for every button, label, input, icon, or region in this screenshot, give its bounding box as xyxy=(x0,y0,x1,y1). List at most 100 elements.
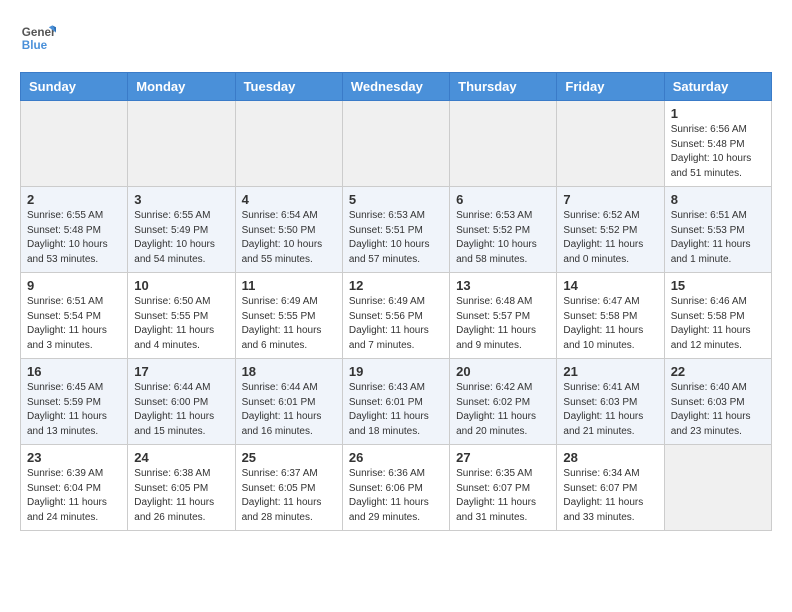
day-cell: 19Sunrise: 6:43 AM Sunset: 6:01 PM Dayli… xyxy=(342,359,449,445)
day-cell: 24 Sunrise: 6:38 AM Sunset: 6:05 PM Dayli… xyxy=(128,445,235,531)
day-cell xyxy=(128,101,235,187)
day-cell: 22 Sunrise: 6:40 AM Sunset: 6:03 PM Dayli… xyxy=(664,359,771,445)
calendar-table: SundayMondayTuesdayWednesdayThursdayFrid… xyxy=(20,72,772,531)
day-number: 11 xyxy=(242,278,336,293)
day-cell: 17 Sunrise: 6:44 AM Sunset: 6:00 PM Dayli… xyxy=(128,359,235,445)
day-info: Sunrise: 6:38 AM Sunset: 6:05 PM Dayligh… xyxy=(134,467,228,525)
day-number: 19 xyxy=(349,364,443,379)
day-number: 18 xyxy=(242,364,336,379)
day-number: 21 xyxy=(563,364,657,379)
day-cell: 14Sunrise: 6:47 AM Sunset: 5:58 PM Dayli… xyxy=(557,273,664,359)
day-cell: 2 Sunrise: 6:55 AM Sunset: 5:48 PM Daylig… xyxy=(21,187,128,273)
day-cell: 6 Sunrise: 6:53 AM Sunset: 5:52 PM Daylig… xyxy=(450,187,557,273)
day-info: Sunrise: 6:39 AM Sunset: 6:04 PM Dayligh… xyxy=(27,467,121,525)
week-row-3: 9 Sunrise: 6:51 AM Sunset: 5:54 PM Daylig… xyxy=(21,273,772,359)
day-info: Sunrise: 6:45 AM Sunset: 5:59 PM Dayligh… xyxy=(27,381,121,439)
day-cell: 10 Sunrise: 6:50 AM Sunset: 5:55 PM Dayli… xyxy=(128,273,235,359)
day-number: 22 xyxy=(671,364,765,379)
weekday-header-monday: Monday xyxy=(128,73,235,101)
day-number: 15 xyxy=(671,278,765,293)
day-info: Sunrise: 6:40 AM Sunset: 6:03 PM Dayligh… xyxy=(671,381,765,439)
day-cell: 18 Sunrise: 6:44 AM Sunset: 6:01 PM Dayli… xyxy=(235,359,342,445)
day-cell: 15Sunrise: 6:46 AM Sunset: 5:58 PM Dayli… xyxy=(664,273,771,359)
week-row-1: 1Sunrise: 6:56 AM Sunset: 5:48 PM Daylig… xyxy=(21,101,772,187)
day-cell: 11 Sunrise: 6:49 AM Sunset: 5:55 PM Dayli… xyxy=(235,273,342,359)
day-info: Sunrise: 6:55 AM Sunset: 5:48 PM Dayligh… xyxy=(27,209,121,267)
day-cell xyxy=(450,101,557,187)
day-cell: 21 Sunrise: 6:41 AM Sunset: 6:03 PM Dayli… xyxy=(557,359,664,445)
day-info: Sunrise: 6:53 AM Sunset: 5:52 PM Dayligh… xyxy=(456,209,550,267)
day-cell xyxy=(21,101,128,187)
day-number: 9 xyxy=(27,278,121,293)
week-row-4: 16 Sunrise: 6:45 AM Sunset: 5:59 PM Dayli… xyxy=(21,359,772,445)
day-info: Sunrise: 6:54 AM Sunset: 5:50 PM Dayligh… xyxy=(242,209,336,267)
day-info: Sunrise: 6:50 AM Sunset: 5:55 PM Dayligh… xyxy=(134,295,228,353)
day-number: 27 xyxy=(456,450,550,465)
day-cell: 20 Sunrise: 6:42 AM Sunset: 6:02 PM Dayli… xyxy=(450,359,557,445)
day-cell xyxy=(557,101,664,187)
day-info: Sunrise: 6:36 AM Sunset: 6:06 PM Dayligh… xyxy=(349,467,443,525)
week-row-5: 23Sunrise: 6:39 AM Sunset: 6:04 PM Dayli… xyxy=(21,445,772,531)
day-info: Sunrise: 6:42 AM Sunset: 6:02 PM Dayligh… xyxy=(456,381,550,439)
svg-text:Blue: Blue xyxy=(22,39,48,52)
day-info: Sunrise: 6:51 AM Sunset: 5:53 PM Dayligh… xyxy=(671,209,765,267)
day-info: Sunrise: 6:35 AM Sunset: 6:07 PM Dayligh… xyxy=(456,467,550,525)
day-number: 12 xyxy=(349,278,443,293)
day-cell: 16 Sunrise: 6:45 AM Sunset: 5:59 PM Dayli… xyxy=(21,359,128,445)
day-cell xyxy=(235,101,342,187)
day-number: 7 xyxy=(563,192,657,207)
day-info: Sunrise: 6:48 AM Sunset: 5:57 PM Dayligh… xyxy=(456,295,550,353)
day-info: Sunrise: 6:51 AM Sunset: 5:54 PM Dayligh… xyxy=(27,295,121,353)
day-cell: 1Sunrise: 6:56 AM Sunset: 5:48 PM Daylig… xyxy=(664,101,771,187)
day-info: Sunrise: 6:53 AM Sunset: 5:51 PM Dayligh… xyxy=(349,209,443,267)
logo-icon: General Blue xyxy=(20,20,56,56)
day-cell: 4 Sunrise: 6:54 AM Sunset: 5:50 PM Daylig… xyxy=(235,187,342,273)
day-cell: 12 Sunrise: 6:49 AM Sunset: 5:56 PM Dayli… xyxy=(342,273,449,359)
day-number: 20 xyxy=(456,364,550,379)
week-row-2: 2 Sunrise: 6:55 AM Sunset: 5:48 PM Daylig… xyxy=(21,187,772,273)
day-info: Sunrise: 6:52 AM Sunset: 5:52 PM Dayligh… xyxy=(563,209,657,267)
day-cell: 3 Sunrise: 6:55 AM Sunset: 5:49 PM Daylig… xyxy=(128,187,235,273)
day-number: 16 xyxy=(27,364,121,379)
day-cell: 7 Sunrise: 6:52 AM Sunset: 5:52 PM Daylig… xyxy=(557,187,664,273)
day-number: 5 xyxy=(349,192,443,207)
weekday-header-saturday: Saturday xyxy=(664,73,771,101)
day-info: Sunrise: 6:41 AM Sunset: 6:03 PM Dayligh… xyxy=(563,381,657,439)
day-info: Sunrise: 6:49 AM Sunset: 5:56 PM Dayligh… xyxy=(349,295,443,353)
day-number: 1 xyxy=(671,106,765,121)
header: General Blue xyxy=(20,20,772,56)
weekday-header-wednesday: Wednesday xyxy=(342,73,449,101)
day-number: 14 xyxy=(563,278,657,293)
day-info: Sunrise: 6:44 AM Sunset: 6:00 PM Dayligh… xyxy=(134,381,228,439)
weekday-header-sunday: Sunday xyxy=(21,73,128,101)
day-number: 3 xyxy=(134,192,228,207)
day-cell: 9 Sunrise: 6:51 AM Sunset: 5:54 PM Daylig… xyxy=(21,273,128,359)
day-info: Sunrise: 6:44 AM Sunset: 6:01 PM Dayligh… xyxy=(242,381,336,439)
day-cell: 8 Sunrise: 6:51 AM Sunset: 5:53 PM Daylig… xyxy=(664,187,771,273)
day-number: 24 xyxy=(134,450,228,465)
day-info: Sunrise: 6:37 AM Sunset: 6:05 PM Dayligh… xyxy=(242,467,336,525)
day-number: 13 xyxy=(456,278,550,293)
day-number: 10 xyxy=(134,278,228,293)
weekday-header-row: SundayMondayTuesdayWednesdayThursdayFrid… xyxy=(21,73,772,101)
day-cell: 5 Sunrise: 6:53 AM Sunset: 5:51 PM Daylig… xyxy=(342,187,449,273)
day-info: Sunrise: 6:55 AM Sunset: 5:49 PM Dayligh… xyxy=(134,209,228,267)
day-number: 26 xyxy=(349,450,443,465)
day-cell: 26 Sunrise: 6:36 AM Sunset: 6:06 PM Dayli… xyxy=(342,445,449,531)
day-number: 8 xyxy=(671,192,765,207)
day-number: 17 xyxy=(134,364,228,379)
day-cell: 13 Sunrise: 6:48 AM Sunset: 5:57 PM Dayli… xyxy=(450,273,557,359)
day-number: 28 xyxy=(563,450,657,465)
day-info: Sunrise: 6:49 AM Sunset: 5:55 PM Dayligh… xyxy=(242,295,336,353)
day-number: 6 xyxy=(456,192,550,207)
day-number: 4 xyxy=(242,192,336,207)
logo: General Blue xyxy=(20,20,56,56)
day-cell xyxy=(664,445,771,531)
day-number: 25 xyxy=(242,450,336,465)
weekday-header-friday: Friday xyxy=(557,73,664,101)
day-cell: 25 Sunrise: 6:37 AM Sunset: 6:05 PM Dayli… xyxy=(235,445,342,531)
day-number: 2 xyxy=(27,192,121,207)
day-info: Sunrise: 6:34 AM Sunset: 6:07 PM Dayligh… xyxy=(563,467,657,525)
weekday-header-thursday: Thursday xyxy=(450,73,557,101)
day-cell: 23Sunrise: 6:39 AM Sunset: 6:04 PM Dayli… xyxy=(21,445,128,531)
